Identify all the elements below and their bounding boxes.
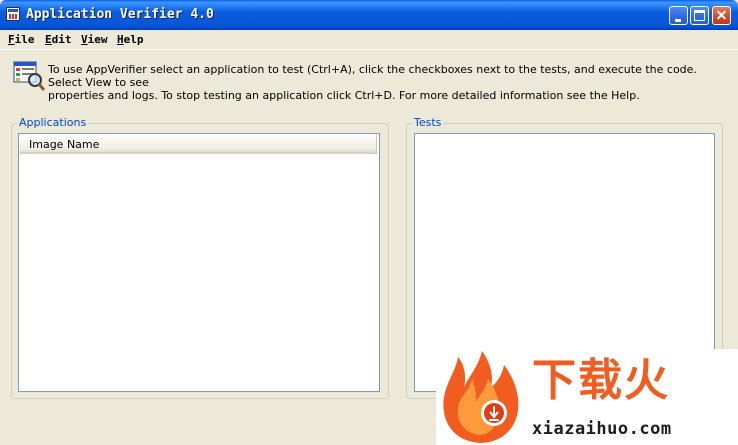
column-header-image-name[interactable]: Image Name: [20, 135, 377, 154]
instructions-line-2: properties and logs. To stop testing an …: [48, 89, 640, 102]
title-bar[interactable]: Application Verifier 4.0: [0, 0, 738, 30]
applications-group-label: Applications: [17, 116, 89, 129]
watermark-brand: 下载火: [532, 355, 670, 406]
instructions-line-1: To use AppVerifier select an application…: [48, 63, 697, 89]
menu-view[interactable]: View: [81, 33, 108, 46]
close-button[interactable]: [712, 6, 731, 25]
app-window: Application Verifier 4.0 File Edit View …: [0, 0, 738, 445]
close-icon: [713, 7, 730, 24]
menu-bar: File Edit View Help: [0, 30, 738, 50]
minimize-button[interactable]: [669, 6, 688, 25]
minimize-icon: [675, 19, 681, 22]
appverifier-icon[interactable]: [6, 7, 20, 21]
maximize-icon: [694, 10, 705, 21]
verifier-magnifier-icon: [13, 61, 45, 91]
window-title: Application Verifier 4.0: [26, 7, 214, 22]
instructions-text: To use AppVerifier select an application…: [48, 63, 723, 102]
maximize-button[interactable]: [690, 6, 709, 25]
watermark-url: xiazaihuo.com: [532, 419, 672, 439]
flame-logo-icon: [443, 351, 519, 443]
tests-group-label: Tests: [412, 116, 444, 129]
menu-file[interactable]: File: [8, 33, 35, 46]
menu-edit[interactable]: Edit: [45, 33, 72, 46]
menu-help[interactable]: Help: [117, 33, 144, 46]
applications-list[interactable]: Image Name: [18, 133, 380, 392]
watermark: 下载火 xiazaihuo.com: [436, 349, 738, 445]
